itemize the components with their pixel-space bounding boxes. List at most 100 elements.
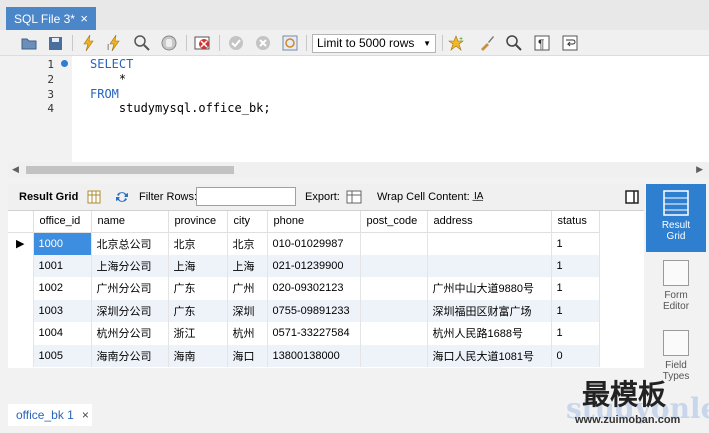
table-cell[interactable]: 上海 (168, 254, 228, 277)
execute-current-icon[interactable]: I (106, 34, 124, 52)
table-cell[interactable]: 0 (551, 344, 600, 367)
line-number: 1 (47, 58, 54, 71)
table-row[interactable]: 1002 广州分公司 广东 广州 020-09302123 广州中山大道9880… (8, 277, 600, 300)
table-cell[interactable]: 上海 (227, 254, 268, 277)
scroll-right-icon[interactable]: ▶ (696, 164, 703, 175)
table-cell[interactable]: 0755-09891233 (267, 299, 361, 322)
form-editor-button[interactable]: Form Editor (646, 260, 706, 312)
result-grid-view-button[interactable]: Result Grid (646, 184, 706, 252)
table-cell[interactable]: 1003 (33, 299, 92, 322)
table-cell[interactable]: 海口人民大道1081号 (427, 344, 552, 367)
table-cell[interactable]: 广东 (168, 299, 228, 322)
table-cell[interactable]: 020-09302123 (267, 277, 361, 300)
table-cell[interactable]: 深圳 (227, 299, 268, 322)
toggle-panel-icon[interactable] (623, 188, 641, 206)
row-indicator (8, 277, 34, 300)
wrap-cell-icon[interactable]: I̲A̲ (474, 191, 483, 202)
autocommit-icon[interactable] (281, 34, 299, 52)
table-cell[interactable]: 021-01239900 (267, 254, 361, 277)
table-cell[interactable]: 1 (551, 322, 600, 345)
table-cell[interactable]: 广州分公司 (91, 277, 169, 300)
table-cell[interactable]: 海南 (168, 344, 228, 367)
current-row-icon: ▶ (8, 232, 34, 255)
grid-layout-icon[interactable] (85, 188, 103, 206)
scroll-thumb[interactable] (26, 166, 234, 174)
tab-sql-file[interactable]: SQL File 3* × (6, 7, 96, 30)
filter-rows-input[interactable] (196, 187, 296, 206)
column-header[interactable]: post_code (360, 211, 428, 233)
close-icon[interactable]: × (80, 11, 88, 26)
table-cell[interactable]: 杭州人民路1688号 (427, 322, 552, 345)
table-cell[interactable] (360, 254, 428, 277)
table-cell[interactable]: 北京 (168, 232, 228, 255)
table-cell[interactable]: 1002 (33, 277, 92, 300)
table-cell[interactable]: 1 (551, 232, 600, 255)
table-cell[interactable] (427, 254, 552, 277)
table-cell[interactable]: 1004 (33, 322, 92, 345)
table-row[interactable]: 1003 深圳分公司 广东 深圳 0755-09891233 深圳福田区财富广场… (8, 299, 600, 322)
table-cell[interactable]: 1 (551, 254, 600, 277)
table-cell[interactable]: 广东 (168, 277, 228, 300)
table-cell[interactable]: 1 (551, 277, 600, 300)
table-cell[interactable]: 0571-33227584 (267, 322, 361, 345)
table-cell[interactable]: 北京 (227, 232, 268, 255)
commit-icon[interactable] (227, 34, 245, 52)
table-cell[interactable]: 海南分公司 (91, 344, 169, 367)
horizontal-scrollbar[interactable]: ◀ ▶ (8, 162, 709, 178)
column-header[interactable]: city (227, 211, 268, 233)
tab-result-office-bk[interactable]: office_bk 1 × (8, 404, 92, 426)
beautify-brush-icon[interactable] (478, 34, 496, 52)
add-snippet-star-icon[interactable]: + (447, 34, 465, 52)
table-cell[interactable]: 广州 (227, 277, 268, 300)
table-cell[interactable]: 杭州 (227, 322, 268, 345)
table-cell[interactable]: 杭州分公司 (91, 322, 169, 345)
table-cell[interactable]: 深圳福田区财富广场 (427, 299, 552, 322)
table-cell[interactable]: 浙江 (168, 322, 228, 345)
refresh-icon[interactable] (113, 188, 131, 206)
table-cell[interactable]: 上海分公司 (91, 254, 169, 277)
table-cell[interactable] (427, 232, 552, 255)
table-cell[interactable] (360, 277, 428, 300)
find-icon[interactable] (505, 34, 523, 52)
table-cell[interactable]: 1 (551, 299, 600, 322)
table-cell[interactable] (360, 232, 428, 255)
open-folder-icon[interactable] (20, 34, 38, 52)
wrap-lines-icon[interactable] (561, 34, 579, 52)
explain-icon[interactable] (133, 34, 151, 52)
table-row[interactable]: ▶ 1000 北京总公司 北京 北京 010-01029987 1 (8, 232, 600, 255)
line-number: 2 (47, 73, 54, 86)
table-cell[interactable]: 1001 (33, 254, 92, 277)
close-icon[interactable]: × (82, 408, 89, 422)
export-icon[interactable] (345, 188, 363, 206)
stop-hand-icon[interactable] (160, 34, 178, 52)
toggle-error-icon[interactable] (193, 34, 211, 52)
column-header[interactable]: province (168, 211, 228, 233)
table-cell[interactable]: 深圳分公司 (91, 299, 169, 322)
limit-rows-select[interactable]: Limit to 5000 rows ▼ (312, 34, 436, 53)
rollback-icon[interactable] (254, 34, 272, 52)
table-cell[interactable] (360, 322, 428, 345)
save-icon[interactable] (46, 34, 64, 52)
scroll-left-icon[interactable]: ◀ (12, 164, 19, 175)
table-cell[interactable]: 1000 (33, 232, 92, 255)
table-row[interactable]: 1004 杭州分公司 浙江 杭州 0571-33227584 杭州人民路1688… (8, 322, 600, 345)
table-cell[interactable] (360, 344, 428, 367)
column-header[interactable]: address (427, 211, 552, 233)
sql-editor[interactable]: 1 2 3 4 SELECT * FROM studymysql.office_… (8, 56, 709, 162)
table-cell[interactable]: 13800138000 (267, 344, 361, 367)
column-header[interactable]: office_id (33, 211, 92, 233)
column-header[interactable]: status (551, 211, 600, 233)
invisible-chars-icon[interactable]: ¶ (533, 34, 551, 52)
table-cell[interactable]: 010-01029987 (267, 232, 361, 255)
table-row[interactable]: 1005 海南分公司 海南 海口 13800138000 海口人民大道1081号… (8, 344, 600, 367)
table-cell[interactable]: 海口 (227, 344, 268, 367)
execute-icon[interactable] (80, 34, 98, 52)
column-header[interactable]: name (91, 211, 169, 233)
result-grid[interactable]: office_id name province city phone post_… (8, 210, 644, 368)
table-cell[interactable]: 1005 (33, 344, 92, 367)
table-cell[interactable]: 北京总公司 (91, 232, 169, 255)
table-cell[interactable]: 广州中山大道9880号 (427, 277, 552, 300)
table-row[interactable]: 1001 上海分公司 上海 上海 021-01239900 1 (8, 254, 600, 277)
table-cell[interactable] (360, 299, 428, 322)
column-header[interactable]: phone (267, 211, 361, 233)
